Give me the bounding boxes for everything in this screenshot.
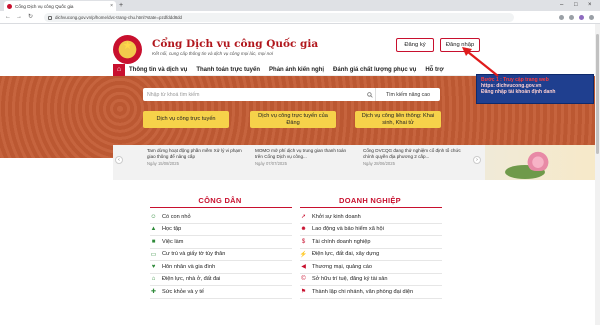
reload-icon[interactable]: ↻ <box>28 13 33 22</box>
nav-support[interactable]: Hỗ trợ <box>425 67 443 73</box>
list-item[interactable]: ⚡ Điện lực, đất đai, xây dựng <box>299 249 442 261</box>
list-item[interactable]: ♥ Hôn nhân và gia đình <box>150 261 292 274</box>
health-icon: ✚ <box>150 289 157 296</box>
party-services-button[interactable]: Dịch vụ công trực tuyến của Đảng <box>250 111 336 128</box>
news-title: Cổng DVCQG đang thử nghiệm cổ định tổ ch… <box>363 148 461 159</box>
graduation-icon: ▲ <box>150 226 157 233</box>
list-item[interactable]: ▲ Học tập <box>150 224 292 236</box>
news-title: MOMO mở phí dịch vụ trung gian thanh toá… <box>255 148 347 159</box>
business-section-title: DOANH NGHIỆP <box>339 196 401 205</box>
news-date: Ngày 07/07/2025 <box>255 161 287 167</box>
rocket-icon: ➚ <box>300 214 307 221</box>
news-item[interactable]: Cổng DVCQG đang thử nghiệm cổ định tổ ch… <box>363 148 461 166</box>
finance-icon: $ <box>301 238 306 245</box>
site-title[interactable]: Cổng Dịch vụ công Quốc gia <box>152 38 318 50</box>
list-item[interactable]: ☺ Có con nhỏ <box>150 211 292 224</box>
main-nav: ⌂ Thông tin và dịch vụ Thanh toán trực t… <box>113 63 485 76</box>
business-list: ➚ Khởi sự kinh doanh ☻ Lao động và bảo hiể… <box>300 211 442 299</box>
lotus-flower-icon <box>525 149 551 171</box>
menu-dots-icon[interactable] <box>589 15 594 20</box>
browser-extensions <box>559 13 594 22</box>
news-strip: ‹ Tam dừng hoạt động phần mềm Xử lý vi p… <box>113 145 485 180</box>
site-subtitle: Kết nối, cung cấp thông tin và dịch vụ c… <box>152 51 274 56</box>
news-date: Ngày 28/06/2025 <box>363 161 395 167</box>
list-item[interactable]: ☻ Lao động và bảo hiểm xã hội <box>300 224 442 236</box>
minimize-button[interactable]: – <box>560 0 563 11</box>
megaphone-icon: ◀ <box>301 264 306 271</box>
list-item[interactable]: ➚ Khởi sự kinh doanh <box>300 211 442 224</box>
citizen-list: ☺ Có con nhỏ ▲ Học tập ■ Việc làm ▭ Cư trú v… <box>150 211 292 299</box>
browser-tab[interactable]: Cổng Dịch vụ công Quốc gia × <box>4 1 116 11</box>
lock-icon <box>48 15 52 20</box>
news-item[interactable]: MOMO mở phí dịch vụ trung gian thanh toá… <box>255 148 353 166</box>
online-services-button[interactable]: Dịch vụ công trực tuyến <box>143 111 229 128</box>
house-icon: ⌂ <box>151 276 156 283</box>
new-tab-button[interactable]: + <box>119 1 123 10</box>
nav-feedback[interactable]: Phản ánh kiến nghị <box>269 67 324 73</box>
news-item[interactable]: Tam dừng hoạt động phần mềm Xử lý vi phạ… <box>147 148 245 166</box>
list-item[interactable]: ▭ Cư trú và giấy tờ tùy thân <box>150 249 292 261</box>
search-input[interactable]: Nhập từ khoá tìm kiếm <box>143 92 365 98</box>
ip-icon: © <box>301 276 306 283</box>
home-icon[interactable]: ⌂ <box>113 63 125 76</box>
tab-title: Cổng Dịch vụ công Quốc gia <box>15 3 74 9</box>
baby-icon: ☺ <box>150 213 157 220</box>
maximize-button[interactable]: □ <box>574 0 578 11</box>
news-prev-icon[interactable]: ‹ <box>115 156 123 164</box>
national-emblem-logo[interactable]: ★ <box>113 35 142 64</box>
search-icon[interactable] <box>365 88 375 101</box>
family-icon: ♥ <box>151 263 156 270</box>
site-favicon-icon <box>7 3 12 9</box>
browser-toolbar: ← → ↻ dichvucong.gov.vn/p/home/dvc-trang… <box>0 11 600 24</box>
news-date: Ngày 15/08/2025 <box>147 161 179 167</box>
id-card-icon: ▭ <box>150 251 157 258</box>
login-button[interactable]: Đăng nhập <box>440 38 480 52</box>
forward-icon[interactable]: → <box>16 13 22 22</box>
nav-service-rating[interactable]: Đánh giá chất lượng phục vụ <box>333 67 416 73</box>
briefcase-icon: ■ <box>151 238 156 245</box>
branch-icon: ⚑ <box>300 289 307 296</box>
scrollbar-thumb[interactable] <box>596 34 599 154</box>
business-divider <box>300 207 442 208</box>
search-bar: Nhập từ khoá tìm kiếm Tìm kiếm nâng cao <box>143 88 440 101</box>
birth-death-services-button[interactable]: Dịch vụ công liên thông: Khai sinh, Khai… <box>355 111 441 128</box>
back-icon[interactable]: ← <box>5 13 11 22</box>
list-item[interactable]: ⚑ Thành lập chi nhánh, văn phòng đại diện <box>300 286 442 299</box>
list-item[interactable]: ◀ Thương mại, quảng cáo <box>300 261 442 274</box>
list-item[interactable]: ⌂ Điện lực, nhà ở, đất đai <box>150 274 292 286</box>
advanced-search-button[interactable]: Tìm kiếm nâng cao <box>375 88 440 101</box>
extensions-icon[interactable] <box>569 15 574 20</box>
browser-tab-bar: Cổng Dịch vụ công Quốc gia × + – □ × <box>0 0 600 11</box>
power-icon: ⚡ <box>299 251 308 258</box>
list-item[interactable]: © Sở hữu trí tuệ, đăng ký tài sản <box>300 274 442 286</box>
nav-online-payment[interactable]: Thanh toán trực tuyến <box>196 67 260 73</box>
page-content: ★ Cổng Dịch vụ công Quốc gia Kết nối, cu… <box>0 24 600 325</box>
news-next-icon[interactable]: › <box>473 156 481 164</box>
url-text: dichvucong.gov.vn/p/home/dvc-trang-chu.h… <box>55 15 182 20</box>
profile-avatar-icon[interactable] <box>579 15 584 20</box>
citizen-divider <box>150 207 292 208</box>
close-window-button[interactable]: × <box>588 0 592 11</box>
annotation-line-3: Đăng nhập tài khoản định danh <box>481 89 556 95</box>
tab-close-icon[interactable]: × <box>110 3 113 9</box>
list-item[interactable]: $ Tài chính doanh nghiệp <box>300 236 442 249</box>
tutorial-annotation: Bước 1 : Truy cập trang web https: dichv… <box>476 74 594 104</box>
bookmark-star-icon[interactable] <box>559 15 564 20</box>
page-scrollbar[interactable] <box>595 24 600 325</box>
register-button[interactable]: Đăng ký <box>396 38 434 52</box>
lotus-image <box>485 145 600 180</box>
list-item[interactable]: ✚ Sức khỏe và y tế <box>150 286 292 299</box>
worker-icon: ☻ <box>300 226 307 233</box>
news-title: Tam dừng hoạt động phần mềm Xử lý vi phạ… <box>147 148 242 159</box>
citizen-section-title: CÔNG DÂN <box>198 196 242 205</box>
nav-info-services[interactable]: Thông tin và dịch vụ <box>129 67 187 73</box>
address-bar[interactable]: dichvucong.gov.vn/p/home/dvc-trang-chu.h… <box>44 13 514 22</box>
list-item[interactable]: ■ Việc làm <box>150 236 292 249</box>
